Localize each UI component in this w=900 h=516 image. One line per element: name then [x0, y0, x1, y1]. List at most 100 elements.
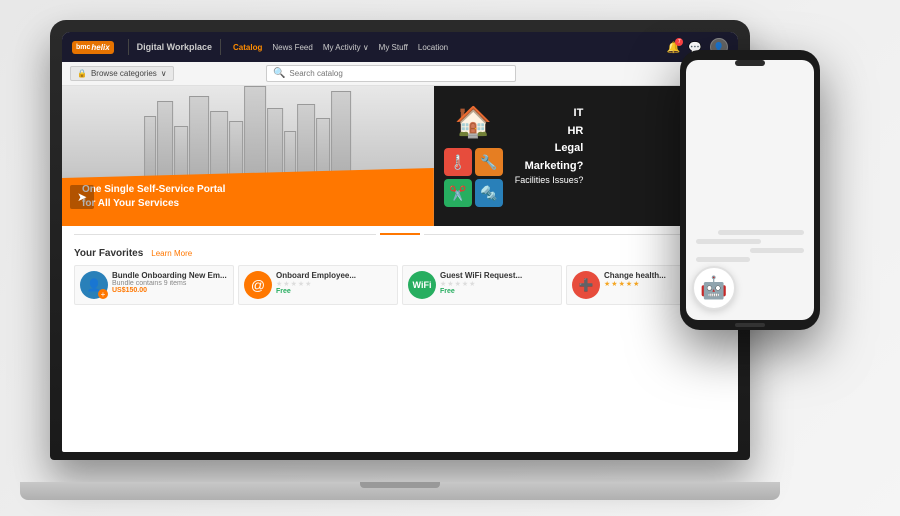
star-4: ★ [626, 280, 632, 288]
plus-icon: + [98, 289, 108, 299]
card-icon-at: @ [244, 271, 272, 299]
card-name-wifi: Guest WiFi Request... [440, 271, 556, 280]
chat-area [692, 226, 808, 266]
star-4: ★ [462, 280, 468, 288]
laptop-outer: bmc helix Digital Workplace Catalog News… [50, 20, 750, 460]
orange-banner: ➤ One Single Self-Service Portal for All… [62, 168, 434, 226]
notification-icon[interactable]: 🔔 7 [667, 41, 681, 54]
card-stars-onboard: ★ ★ ★ ★ ★ [276, 280, 392, 288]
facilities-text: Facilities Issues? [515, 175, 584, 185]
hero-banner: ➤ One Single Self-Service Portal for All… [62, 86, 738, 226]
card-name-onboard: Onboard Employee... [276, 271, 392, 280]
card-name-bundle: Bundle Onboarding New Em... [112, 271, 228, 280]
left-divider [74, 234, 376, 235]
star-5: ★ [469, 280, 475, 288]
star-3: ★ [619, 280, 625, 288]
nav-myactivity[interactable]: My Activity ∨ [323, 43, 369, 52]
bmc-text: bmc [76, 44, 90, 51]
nav-newsfeed[interactable]: News Feed [272, 43, 312, 52]
svc-icon-tools: 🔧 [475, 148, 503, 176]
card-info-bundle: Bundle Onboarding New Em... Bundle conta… [112, 271, 228, 294]
house-icon: 🏠 [455, 105, 492, 140]
browse-categories-button[interactable]: 🔒 Browse categories ∨ [70, 66, 174, 81]
bot-emoji: 🤖 [700, 275, 727, 301]
phone-device: 🤖 [680, 50, 820, 330]
star-2: ★ [447, 280, 453, 288]
nav-location[interactable]: Location [418, 43, 448, 52]
hero-left: ➤ One Single Self-Service Portal for All… [62, 86, 434, 226]
card-stars-wifi: ★ ★ ★ ★ ★ [440, 280, 556, 288]
nav-divider [128, 39, 129, 55]
favorites-cards: 👤 + Bundle Onboarding New Em... Bundle c… [74, 265, 726, 305]
free-badge-wifi: Free [440, 288, 556, 295]
bmc-logo: bmc helix [72, 41, 114, 54]
chat-line-3 [750, 248, 804, 253]
chat-line-2 [696, 239, 761, 244]
fav-card-onboard[interactable]: @ Onboard Employee... ★ ★ ★ ★ ★ [238, 265, 398, 305]
scene: bmc helix Digital Workplace Catalog News… [0, 0, 900, 516]
fav-card-wifi[interactable]: WiFi Guest WiFi Request... ★ ★ ★ ★ ★ [402, 265, 562, 305]
app-title: Digital Workplace [137, 42, 212, 52]
chat-line-1 [718, 230, 804, 235]
notification-badge: 7 [675, 38, 683, 46]
toolbar: 🔒 Browse categories ∨ 🔍 🛒 Cart (2 [62, 62, 738, 86]
divider-section [62, 226, 738, 242]
browse-label: Browse categories [91, 69, 157, 78]
learn-more-link[interactable]: Learn More [151, 249, 192, 258]
laptop-device: bmc helix Digital Workplace Catalog News… [50, 20, 770, 500]
phone-screen: 🤖 [686, 60, 814, 320]
nav-links: Catalog News Feed My Activity ∨ My Stuff… [233, 43, 448, 52]
fav-card-bundle[interactable]: 👤 + Bundle Onboarding New Em... Bundle c… [74, 265, 234, 305]
screen-content: bmc helix Digital Workplace Catalog News… [62, 32, 738, 452]
nav-divider2 [220, 39, 221, 55]
star-3: ★ [455, 280, 461, 288]
helix-text: helix [91, 43, 109, 52]
it-labels-text: ITHRLegalMarketing? [515, 105, 584, 175]
navbar: bmc helix Digital Workplace Catalog News… [62, 32, 738, 62]
banner-line1: One Single Self-Service Portal [82, 184, 225, 195]
card-icon-wifi: WiFi [408, 271, 436, 299]
card-icon-person: 👤 + [80, 271, 108, 299]
search-input[interactable] [289, 69, 509, 78]
service-icons-grid: 🌡️ 🔧 ✂️ 🔩 [444, 148, 503, 207]
arrow-icon: ➤ [70, 185, 94, 209]
laptop-bezel: bmc helix Digital Workplace Catalog News… [62, 32, 738, 452]
nav-catalog[interactable]: Catalog [233, 43, 262, 52]
card-icon-health: ➕ [572, 271, 600, 299]
logo-area: bmc helix [72, 41, 114, 54]
star-4: ★ [298, 280, 304, 288]
house-area: 🏠 🌡️ 🔧 ✂️ 🔩 [444, 105, 503, 207]
card-desc-bundle: Bundle contains 9 items [112, 280, 228, 287]
chat-line-4 [696, 257, 750, 262]
phone-home-button[interactable] [735, 323, 765, 327]
card-info-wifi: Guest WiFi Request... ★ ★ ★ ★ ★ Free [440, 271, 556, 295]
free-badge-onboard: Free [276, 288, 392, 295]
banner-text: One Single Self-Service Portal for All Y… [82, 183, 225, 211]
search-icon: 🔍 [273, 68, 285, 79]
favorites-section: Your Favorites Learn More 👤 + [62, 242, 738, 311]
svc-icon-scissors: ✂️ [444, 179, 472, 207]
star-3: ★ [291, 280, 297, 288]
favorites-title: Your Favorites [74, 248, 143, 259]
star-5: ★ [633, 280, 639, 288]
card-info-onboard: Onboard Employee... ★ ★ ★ ★ ★ Free [276, 271, 392, 295]
chevron-down-icon: ∨ [161, 69, 167, 78]
orange-accent [380, 233, 420, 235]
nav-mystuff[interactable]: My Stuff [379, 43, 408, 52]
favorites-header: Your Favorites Learn More [74, 248, 726, 259]
chatbot-avatar[interactable]: 🤖 [692, 266, 736, 310]
star-5: ★ [305, 280, 311, 288]
star-1: ★ [440, 280, 446, 288]
star-2: ★ [611, 280, 617, 288]
star-1: ★ [276, 280, 282, 288]
lock-icon: 🔒 [77, 69, 87, 78]
search-bar[interactable]: 🔍 [266, 65, 516, 82]
laptop-base [20, 482, 780, 500]
svc-icon-wrench: 🔩 [475, 179, 503, 207]
star-2: ★ [283, 280, 289, 288]
star-1: ★ [604, 280, 610, 288]
banner-line2: for All Your Services [82, 198, 179, 209]
card-price-bundle: US$150.00 [112, 287, 228, 294]
it-labels-area: ITHRLegalMarketing? Facilities Issues? [515, 105, 584, 185]
phone-notch [735, 60, 765, 66]
